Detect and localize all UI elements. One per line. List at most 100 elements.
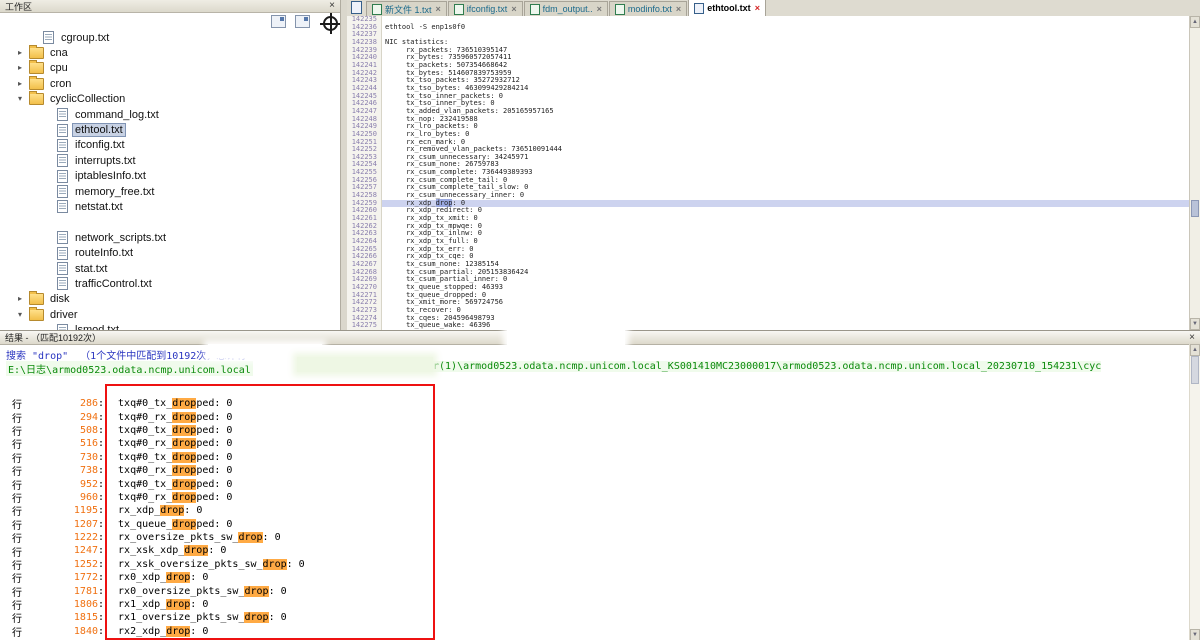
result-row[interactable]: 行516:txq#0_rx_dropped: 0 xyxy=(0,437,1188,450)
result-row[interactable]: 行952:txq#0_tx_dropped: 0 xyxy=(0,477,1188,490)
tree-item-interrupts-txt[interactable]: interrupts.txt xyxy=(0,153,340,168)
row-content: rx_oversize_pkts_sw_drop: 0 xyxy=(118,532,281,543)
editor-line[interactable]: 142250 rx_lro_bytes: 0 xyxy=(347,131,1190,139)
row-colon: : xyxy=(98,586,104,597)
scrollbar-thumb[interactable] xyxy=(1191,356,1199,384)
tree-item-network-scripts-txt[interactable]: network_scripts.txt xyxy=(0,230,340,245)
close-icon[interactable]: × xyxy=(1189,333,1195,343)
editor-line[interactable]: 142249 rx_lro_packets: 0 xyxy=(347,123,1190,131)
editor-line[interactable]: 142235 xyxy=(347,16,1190,24)
workspace-title: 工作区 xyxy=(5,0,32,13)
tab-label: 新文件 1.txt xyxy=(385,3,432,16)
tab-close-icon[interactable]: × xyxy=(676,5,681,14)
result-row[interactable]: 行1840:rx2_xdp_drop: 0 xyxy=(0,625,1188,638)
result-row[interactable]: 行1195:rx_xdp_drop: 0 xyxy=(0,504,1188,517)
tree-item-label: memory_free.txt xyxy=(73,186,156,198)
chevron-right-icon[interactable]: ▸ xyxy=(18,79,29,89)
tree-item-label: driver xyxy=(48,309,80,321)
row-line-number: 508 xyxy=(28,425,98,436)
search-match: drop xyxy=(172,438,196,449)
tab-close-icon[interactable]: × xyxy=(436,5,441,14)
tree-item-cron[interactable]: ▸cron xyxy=(0,76,340,91)
tab-ethtool-txt[interactable]: ethtool.txt × xyxy=(688,0,766,16)
row-line-number: 1815 xyxy=(28,612,98,623)
scroll-up-icon[interactable]: ▲ xyxy=(1190,16,1200,28)
tree-item-iptablesinfo-txt[interactable]: iptablesInfo.txt xyxy=(0,169,340,184)
results-scrollbar[interactable]: ▲ ▼ xyxy=(1189,344,1200,640)
close-icon[interactable]: × xyxy=(329,1,335,11)
scroll-down-icon[interactable]: ▼ xyxy=(1190,318,1200,330)
collapse-all-icon[interactable] xyxy=(295,15,310,28)
search-match: drop xyxy=(172,412,196,423)
result-row[interactable]: 行738:txq#0_rx_dropped: 0 xyxy=(0,464,1188,477)
tab-modinfo-txt[interactable]: modinfo.txt× xyxy=(609,1,687,16)
chevron-down-icon[interactable]: ▾ xyxy=(18,94,29,104)
scrollbar-thumb[interactable] xyxy=(1191,200,1199,217)
workspace-toolbar xyxy=(271,15,310,28)
result-row[interactable]: 行1772:rx0_xdp_drop: 0 xyxy=(0,571,1188,584)
tab-close-icon[interactable]: × xyxy=(597,5,602,14)
result-row[interactable]: 行508:txq#0_tx_dropped: 0 xyxy=(0,424,1188,437)
line-text: tx_csum_partial_inner: 0 xyxy=(382,276,1190,284)
tab-ifconfig-txt[interactable]: ifconfig.txt× xyxy=(448,1,523,16)
row-line-number: 516 xyxy=(28,438,98,449)
tree-item-cycliccollection[interactable]: ▾cyclicCollection xyxy=(0,92,340,107)
tab-close-icon[interactable]: × xyxy=(755,4,760,13)
row-content: txq#0_tx_dropped: 0 xyxy=(118,425,232,436)
tree-item-command-log-txt[interactable]: command_log.txt xyxy=(0,107,340,122)
editor-pane[interactable]: 142235142236ethtool -S enp1s0f0142237 142… xyxy=(347,16,1190,330)
result-row[interactable]: 行1222:rx_oversize_pkts_sw_drop: 0 xyxy=(0,531,1188,544)
row-colon: : xyxy=(98,452,104,463)
result-row[interactable]: 行730:txq#0_tx_dropped: 0 xyxy=(0,451,1188,464)
document-list-icon[interactable] xyxy=(351,1,362,14)
tree-item-cgroup-txt[interactable]: cgroup.txt xyxy=(0,30,340,45)
tree-item-stat-txt[interactable]: stat.txt xyxy=(0,261,340,276)
tab-close-icon[interactable]: × xyxy=(511,5,516,14)
result-row[interactable]: 行960:txq#0_rx_dropped: 0 xyxy=(0,491,1188,504)
chevron-right-icon[interactable]: ▸ xyxy=(18,294,29,304)
result-row[interactable]: 行1781:rx0_oversize_pkts_sw_drop: 0 xyxy=(0,584,1188,597)
workspace-panel: 工作区 × cgroup.txt▸cna▸cpu▸cron▾cyclicColl… xyxy=(0,0,340,330)
locate-file-icon[interactable] xyxy=(323,16,338,31)
tree-item-ifconfig-txt[interactable]: ifconfig.txt xyxy=(0,138,340,153)
result-row[interactable]: 行1252:rx_xsk_oversize_pkts_sw_drop: 0 xyxy=(0,558,1188,571)
editor-line[interactable]: 142237 xyxy=(347,31,1190,39)
result-row[interactable]: 行286:txq#0_tx_dropped: 0 xyxy=(0,397,1188,410)
editor-line[interactable]: 142236ethtool -S enp1s0f0 xyxy=(347,24,1190,32)
tab-fdm-output[interactable]: fdm_output..× xyxy=(524,1,608,16)
chevron-down-icon[interactable]: ▾ xyxy=(18,310,29,320)
expand-all-icon[interactable] xyxy=(271,15,286,28)
result-row[interactable]: 行1207:tx_queue_dropped: 0 xyxy=(0,518,1188,531)
result-row[interactable]: 行1806:rx1_xdp_drop: 0 xyxy=(0,598,1188,611)
chevron-right-icon[interactable]: ▸ xyxy=(18,63,29,73)
chevron-right-icon[interactable]: ▸ xyxy=(18,48,29,58)
editor-line[interactable]: 142272 tx_xmit_more: 569724756 xyxy=(347,299,1190,307)
tree-item-cna[interactable]: ▸cna xyxy=(0,45,340,60)
tree-item-ethtool-txt[interactable]: ethtool.txt xyxy=(0,122,340,137)
tree-item-trafficcontrol-txt[interactable]: trafficControl.txt xyxy=(0,276,340,291)
tree-item-netstat-txt[interactable]: netstat.txt xyxy=(0,199,340,214)
tab-label: ethtool.txt xyxy=(707,3,751,13)
document-icon xyxy=(454,4,464,15)
tree-item-label: netstat.txt xyxy=(73,201,125,213)
tree-item-routeinfo-txt[interactable]: routeInfo.txt xyxy=(0,245,340,260)
editor-line[interactable]: 142258 rx_csum_unnecessary_inner: 0 xyxy=(347,192,1190,200)
tree-item-cpu[interactable]: ▸cpu xyxy=(0,61,340,76)
line-text: rx_lro_packets: 0 xyxy=(382,123,1190,131)
tab-1-txt[interactable]: 新文件 1.txt × xyxy=(366,1,447,16)
search-match: drop xyxy=(172,452,196,463)
tree-item-lsmod-txt[interactable]: lsmod.txt xyxy=(0,322,340,330)
scroll-down-icon[interactable]: ▼ xyxy=(1190,629,1200,640)
result-row[interactable]: 行1815:rx1_oversize_pkts_sw_drop: 0 xyxy=(0,611,1188,624)
scroll-up-icon[interactable]: ▲ xyxy=(1190,344,1200,356)
editor-scrollbar[interactable]: ▲ ▼ xyxy=(1189,16,1200,330)
editor-window: 工作区 × cgroup.txt▸cna▸cpu▸cron▾cyclicColl… xyxy=(0,0,1200,640)
search-match: drop xyxy=(238,532,262,543)
result-row[interactable]: 行1247:rx_xsk_xdp_drop: 0 xyxy=(0,544,1188,557)
tree-item-driver[interactable]: ▾ driver xyxy=(0,307,340,322)
tree-item-disk[interactable]: ▸disk xyxy=(0,292,340,307)
editor-line[interactable]: 142275 tx_queue_wake: 46396 xyxy=(347,322,1190,330)
tree-item-memory-free-txt[interactable]: memory_free.txt xyxy=(0,184,340,199)
result-row[interactable]: 行294:txq#0_rx_dropped: 0 xyxy=(0,410,1188,423)
folder-icon xyxy=(29,293,44,305)
